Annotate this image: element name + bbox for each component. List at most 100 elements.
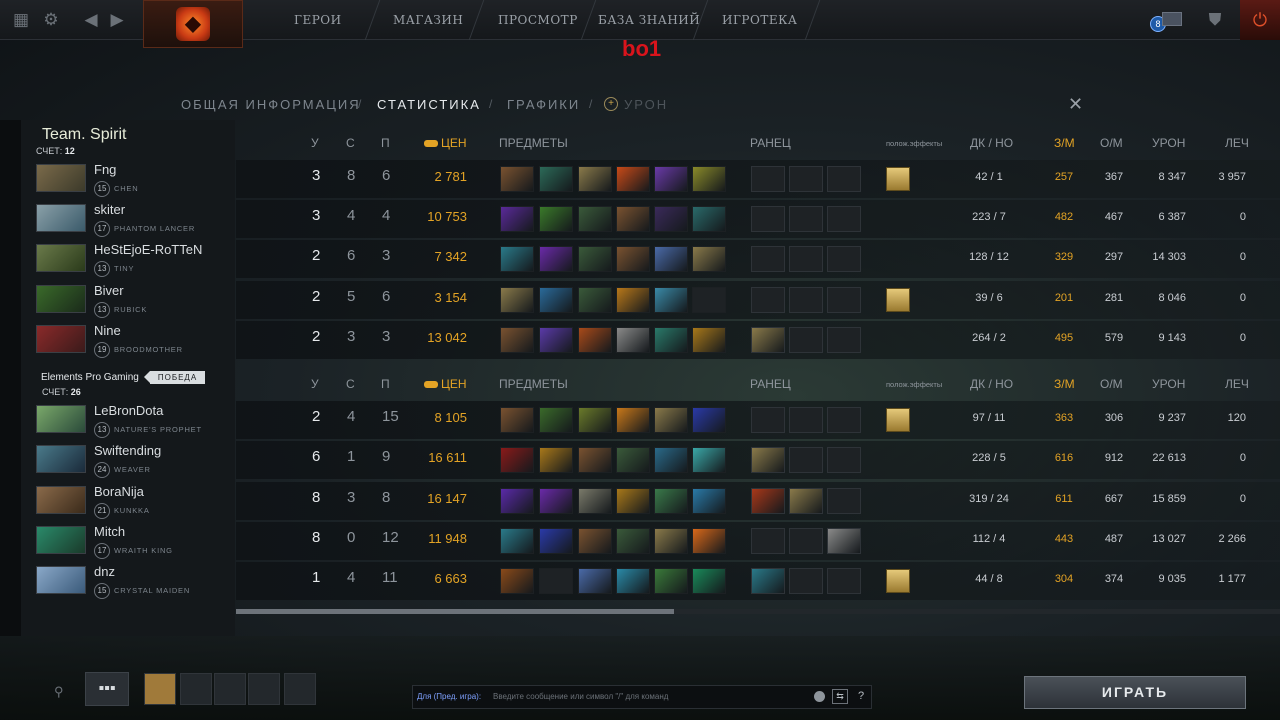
buff-effect-icon[interactable] bbox=[886, 167, 910, 191]
item-slot[interactable] bbox=[654, 246, 688, 272]
hero-portrait[interactable] bbox=[36, 445, 86, 473]
backpack-slot[interactable] bbox=[751, 488, 785, 514]
mic-icon[interactable]: ⚲ bbox=[54, 684, 64, 700]
item-slot[interactable] bbox=[654, 327, 688, 353]
item-slot[interactable] bbox=[500, 287, 534, 313]
backpack-slot[interactable] bbox=[789, 407, 823, 433]
power-icon[interactable]: ⏻ bbox=[1240, 0, 1280, 40]
item-slot[interactable] bbox=[654, 447, 688, 473]
item-slot[interactable] bbox=[578, 287, 612, 313]
item-slot[interactable] bbox=[692, 488, 726, 514]
hero-portrait[interactable] bbox=[36, 285, 86, 313]
backpack-slot[interactable] bbox=[789, 528, 823, 554]
backpack-slot[interactable] bbox=[751, 287, 785, 313]
item-slot[interactable] bbox=[578, 447, 612, 473]
item-slot[interactable] bbox=[654, 407, 688, 433]
backpack-slot[interactable] bbox=[827, 327, 861, 353]
backpack-slot[interactable] bbox=[827, 166, 861, 192]
dota-logo[interactable]: ◆ bbox=[143, 0, 243, 48]
item-slot[interactable] bbox=[578, 166, 612, 192]
item-slot[interactable] bbox=[539, 246, 573, 272]
backpack-slot[interactable] bbox=[789, 568, 823, 594]
hero-portrait[interactable] bbox=[36, 486, 86, 514]
close-icon[interactable]: ✕ bbox=[1068, 94, 1083, 115]
tab-statistics[interactable]: СТАТИСТИКА bbox=[377, 97, 481, 112]
party-slot-empty[interactable] bbox=[214, 673, 246, 705]
player-row[interactable]: skiter 17 PHANTOM LANCER bbox=[21, 201, 235, 239]
backpack-slot[interactable] bbox=[789, 246, 823, 272]
item-slot[interactable] bbox=[692, 166, 726, 192]
item-slot[interactable] bbox=[578, 206, 612, 232]
hero-portrait[interactable] bbox=[36, 526, 86, 554]
forward-arrow-icon[interactable]: ▶ bbox=[106, 9, 128, 31]
backpack-slot[interactable] bbox=[827, 287, 861, 313]
item-slot[interactable] bbox=[692, 287, 726, 313]
chat-settings-icon[interactable]: ⇆ bbox=[832, 689, 848, 704]
item-slot[interactable] bbox=[616, 246, 650, 272]
item-slot[interactable] bbox=[578, 327, 612, 353]
item-slot[interactable] bbox=[692, 447, 726, 473]
player-name[interactable]: BoraNija bbox=[94, 484, 144, 499]
player-row[interactable]: LeBronDota 13 NATURE'S PROPHET bbox=[21, 402, 235, 440]
player-row[interactable]: dnz 15 CRYSTAL MAIDEN bbox=[21, 563, 235, 601]
party-slot-self[interactable] bbox=[144, 673, 176, 705]
party-slot-empty[interactable] bbox=[180, 673, 212, 705]
item-slot[interactable] bbox=[578, 528, 612, 554]
backpack-slot[interactable] bbox=[789, 166, 823, 192]
item-slot[interactable] bbox=[616, 206, 650, 232]
backpack-slot[interactable] bbox=[827, 447, 861, 473]
scrollbar-thumb[interactable] bbox=[236, 609, 674, 614]
item-slot[interactable] bbox=[616, 528, 650, 554]
hero-portrait[interactable] bbox=[36, 325, 86, 353]
item-slot[interactable] bbox=[500, 206, 534, 232]
item-slot[interactable] bbox=[500, 166, 534, 192]
friends-button[interactable]: ▪▪▪ bbox=[85, 672, 129, 706]
item-slot[interactable] bbox=[692, 528, 726, 554]
item-slot[interactable] bbox=[654, 568, 688, 594]
nav-arcade[interactable]: ИГРОТЕКА bbox=[722, 0, 797, 40]
player-name[interactable]: dnz bbox=[94, 564, 115, 579]
item-slot[interactable] bbox=[692, 206, 726, 232]
nav-store[interactable]: МАГАЗИН bbox=[393, 0, 463, 40]
item-slot[interactable] bbox=[692, 327, 726, 353]
hero-portrait[interactable] bbox=[36, 405, 86, 433]
item-slot[interactable] bbox=[539, 166, 573, 192]
item-slot[interactable] bbox=[539, 206, 573, 232]
emoji-icon[interactable] bbox=[814, 691, 825, 702]
player-row[interactable]: Mitch 17 WRAITH KING bbox=[21, 523, 235, 561]
player-row[interactable]: Swiftending 24 WEAVER bbox=[21, 442, 235, 480]
player-row[interactable]: BoraNija 21 KUNKKA bbox=[21, 483, 235, 521]
backpack-slot[interactable] bbox=[827, 407, 861, 433]
item-slot[interactable] bbox=[500, 568, 534, 594]
hero-portrait[interactable] bbox=[36, 566, 86, 594]
party-slot-empty[interactable] bbox=[284, 673, 316, 705]
item-slot[interactable] bbox=[539, 528, 573, 554]
player-row[interactable]: Biver 13 RUBICK bbox=[21, 282, 235, 320]
backpack-slot[interactable] bbox=[751, 407, 785, 433]
item-slot[interactable] bbox=[578, 488, 612, 514]
item-slot[interactable] bbox=[539, 327, 573, 353]
player-name[interactable]: LeBronDota bbox=[94, 403, 163, 418]
backpack-slot[interactable] bbox=[827, 488, 861, 514]
backpack-slot[interactable] bbox=[827, 246, 861, 272]
hero-portrait[interactable] bbox=[36, 164, 86, 192]
item-slot[interactable] bbox=[500, 327, 534, 353]
item-slot[interactable] bbox=[616, 407, 650, 433]
back-arrow-icon[interactable]: ◀ bbox=[80, 9, 102, 31]
item-slot[interactable] bbox=[500, 447, 534, 473]
item-slot[interactable] bbox=[616, 568, 650, 594]
item-slot[interactable] bbox=[654, 488, 688, 514]
item-slot[interactable] bbox=[578, 407, 612, 433]
backpack-slot[interactable] bbox=[789, 447, 823, 473]
item-slot[interactable] bbox=[539, 447, 573, 473]
item-slot[interactable] bbox=[539, 287, 573, 313]
backpack-slot[interactable] bbox=[751, 246, 785, 272]
backpack-slot[interactable] bbox=[827, 568, 861, 594]
nav-learn[interactable]: БАЗА ЗНАНИЙ bbox=[598, 0, 700, 40]
party-slot-empty[interactable] bbox=[248, 673, 280, 705]
player-name[interactable]: Biver bbox=[94, 283, 124, 298]
tab-overview[interactable]: ОБЩАЯ ИНФОРМАЦИЯ bbox=[181, 97, 361, 112]
item-slot[interactable] bbox=[616, 488, 650, 514]
item-slot[interactable] bbox=[500, 528, 534, 554]
backpack-slot[interactable] bbox=[827, 206, 861, 232]
